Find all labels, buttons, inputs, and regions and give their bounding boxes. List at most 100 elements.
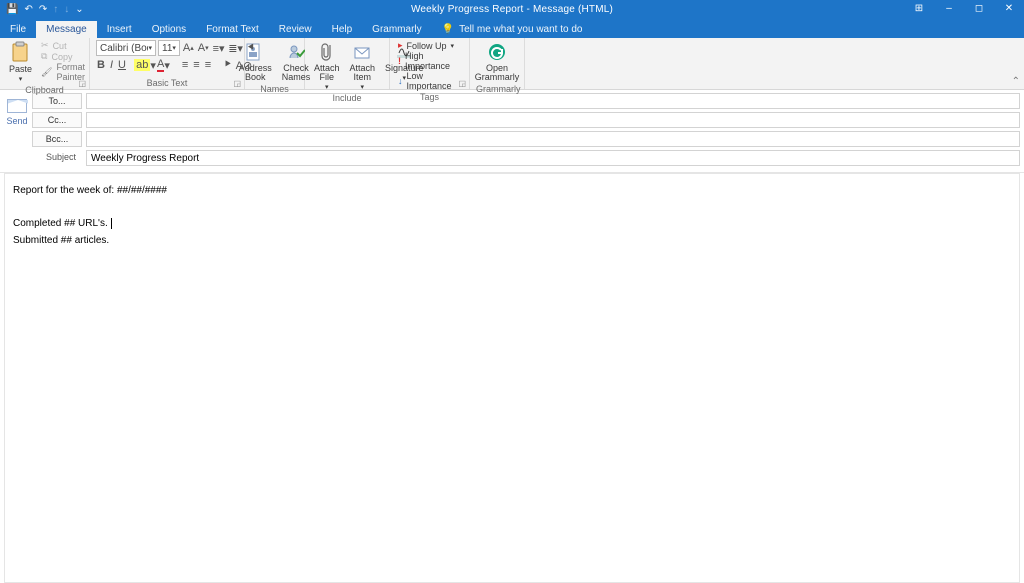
shrink-font-icon[interactable]: A▾ xyxy=(197,40,210,56)
tab-review[interactable]: Review xyxy=(269,21,322,38)
text-caret xyxy=(108,218,112,229)
to-input[interactable] xyxy=(86,93,1020,109)
scissors-icon: ✂ xyxy=(41,40,49,51)
tab-message[interactable]: Message xyxy=(36,21,97,38)
bcc-input[interactable] xyxy=(86,131,1020,147)
indent-icon[interactable]: ⯈ xyxy=(222,57,233,73)
highlight-button[interactable]: ab▾ xyxy=(137,57,153,73)
group-include-label: Include xyxy=(311,92,383,103)
group-clipboard: Paste ▾ ✂ Cut ⧉ Copy 🖌 Format Painter Cl… xyxy=(0,38,90,89)
align-left-icon[interactable]: ≡ xyxy=(181,57,189,73)
open-grammarly-label: Open Grammarly xyxy=(475,64,520,82)
window-title: Weekly Progress Report - Message (HTML) xyxy=(411,4,613,15)
grow-font-icon[interactable]: A▴ xyxy=(182,40,195,56)
to-button[interactable]: To... xyxy=(32,93,82,109)
group-tags-label: Tags xyxy=(396,91,463,102)
cc-input[interactable] xyxy=(86,112,1020,128)
italic-button[interactable]: I xyxy=(109,57,114,73)
up-arrow-icon: ↑ xyxy=(53,4,58,15)
font-color-button[interactable]: A▾ xyxy=(156,57,171,73)
attach-item-button[interactable]: Attach Item▾ xyxy=(347,40,379,92)
bold-button[interactable]: B xyxy=(96,57,106,73)
body-line-3: Submitted ## articles. xyxy=(13,234,1011,249)
low-importance-label: Low Importance xyxy=(407,71,462,91)
group-basic-text-label: Basic Text xyxy=(96,77,238,88)
save-icon[interactable]: 💾 xyxy=(6,4,18,15)
align-right-icon[interactable]: ≡ xyxy=(204,57,212,73)
compose-header: Send To... Cc... Bcc... Subject xyxy=(0,90,1024,173)
attach-file-label: Attach File xyxy=(314,64,340,82)
send-button[interactable]: Send xyxy=(2,93,32,169)
group-names-label: Names xyxy=(251,83,298,94)
group-clipboard-label: Clipboard xyxy=(6,84,83,95)
attach-item-icon xyxy=(351,41,373,63)
copy-icon: ⧉ xyxy=(41,51,47,62)
low-importance-button[interactable]: ↓ Low Importance xyxy=(396,71,463,91)
open-grammarly-button[interactable]: Open Grammarly xyxy=(472,40,523,83)
collapse-ribbon-icon[interactable]: ⌃ xyxy=(1012,76,1020,87)
basic-text-launcher-icon[interactable]: ◲ xyxy=(233,79,241,88)
group-include: Attach File▾ Attach Item▾ Signature▾ Inc… xyxy=(305,38,390,89)
title-bar: 💾 ↶ ↷ ↑ ↓ ⌄ Weekly Progress Report - Mes… xyxy=(0,0,1024,18)
copy-label: Copy xyxy=(51,52,72,62)
message-body[interactable]: Report for the week of: ##/##/#### Compl… xyxy=(4,173,1020,583)
group-tags: ▸ Follow Up ▾ ! High Importance ↓ Low Im… xyxy=(390,38,470,89)
lightbulb-icon: 💡 xyxy=(442,24,454,35)
clipboard-launcher-icon[interactable]: ◲ xyxy=(78,79,86,88)
tell-me[interactable]: 💡 Tell me what you want to do xyxy=(432,21,593,38)
attach-file-button[interactable]: Attach File▾ xyxy=(311,40,343,92)
envelope-icon xyxy=(7,99,27,113)
high-importance-button[interactable]: ! High Importance xyxy=(396,51,463,71)
body-line-2: Completed ## URL's. xyxy=(13,218,108,229)
outdent-icon[interactable]: ⯇ xyxy=(246,40,257,56)
check-names-icon xyxy=(285,41,307,63)
tab-grammarly[interactable]: Grammarly xyxy=(362,21,431,38)
tab-insert[interactable]: Insert xyxy=(97,21,142,38)
minimize-icon[interactable]: – xyxy=(934,0,964,18)
font-family-combo[interactable]: Calibri (Bod▾ xyxy=(96,40,156,56)
body-line-1: Report for the week of: ##/##/#### xyxy=(13,184,1011,199)
follow-up-button[interactable]: ▸ Follow Up ▾ xyxy=(396,40,463,51)
font-family-value: Calibri (Bod xyxy=(100,43,148,54)
group-grammarly-label: Grammarly xyxy=(476,83,518,94)
ribbon-tabbar: File Message Insert Options Format Text … xyxy=(0,18,1024,38)
qat-customize-icon[interactable]: ⌄ xyxy=(75,4,83,15)
bullets-icon[interactable]: ≡▾ xyxy=(212,40,226,56)
subject-input[interactable] xyxy=(86,150,1020,166)
group-basic-text: Calibri (Bod▾ 11▾ A▴ A▾ ≡▾ ≣▾ ⯇ B I U ab… xyxy=(90,38,245,89)
exclamation-icon: ! xyxy=(398,56,401,66)
tell-me-label: Tell me what you want to do xyxy=(459,24,582,35)
cut-button: ✂ Cut xyxy=(39,40,87,51)
tab-options[interactable]: Options xyxy=(142,21,196,38)
subject-label: Subject xyxy=(32,150,82,166)
paste-label: Paste xyxy=(9,64,32,74)
ribbon-options-icon[interactable]: ⊞ xyxy=(904,0,934,18)
tab-format-text[interactable]: Format Text xyxy=(196,21,269,38)
quick-access-toolbar: 💾 ↶ ↷ ↑ ↓ ⌄ xyxy=(0,4,84,15)
paperclip-icon xyxy=(316,41,338,63)
paste-button[interactable]: Paste ▾ xyxy=(6,40,35,84)
tab-file[interactable]: File xyxy=(0,21,36,38)
clipboard-icon xyxy=(10,41,32,63)
bcc-button[interactable]: Bcc... xyxy=(32,131,82,147)
tags-launcher-icon[interactable]: ◲ xyxy=(458,79,466,88)
high-importance-label: High Importance xyxy=(405,51,461,71)
group-grammarly: Open Grammarly Grammarly xyxy=(470,38,525,89)
underline-button[interactable]: U xyxy=(117,57,127,73)
tab-help[interactable]: Help xyxy=(322,21,363,38)
numbering-icon[interactable]: ≣▾ xyxy=(228,40,244,56)
redo-icon[interactable]: ↷ xyxy=(39,4,47,15)
maximize-icon[interactable]: ◻ xyxy=(964,0,994,18)
chevron-down-icon: ▾ xyxy=(19,75,23,83)
grammarly-icon xyxy=(486,41,508,63)
font-size-value: 11 xyxy=(162,43,172,54)
cc-button[interactable]: Cc... xyxy=(32,112,82,128)
align-center-icon[interactable]: ≡ xyxy=(192,57,200,73)
font-size-combo[interactable]: 11▾ xyxy=(158,40,180,56)
down-arrow-icon: ↓ xyxy=(398,76,403,86)
clear-formatting-icon[interactable]: A⊘ xyxy=(236,57,252,73)
paintbrush-icon: 🖌 xyxy=(41,67,52,78)
undo-icon[interactable]: ↶ xyxy=(24,4,32,15)
ribbon: Paste ▾ ✂ Cut ⧉ Copy 🖌 Format Painter Cl… xyxy=(0,38,1024,90)
close-icon[interactable]: ✕ xyxy=(994,0,1024,18)
